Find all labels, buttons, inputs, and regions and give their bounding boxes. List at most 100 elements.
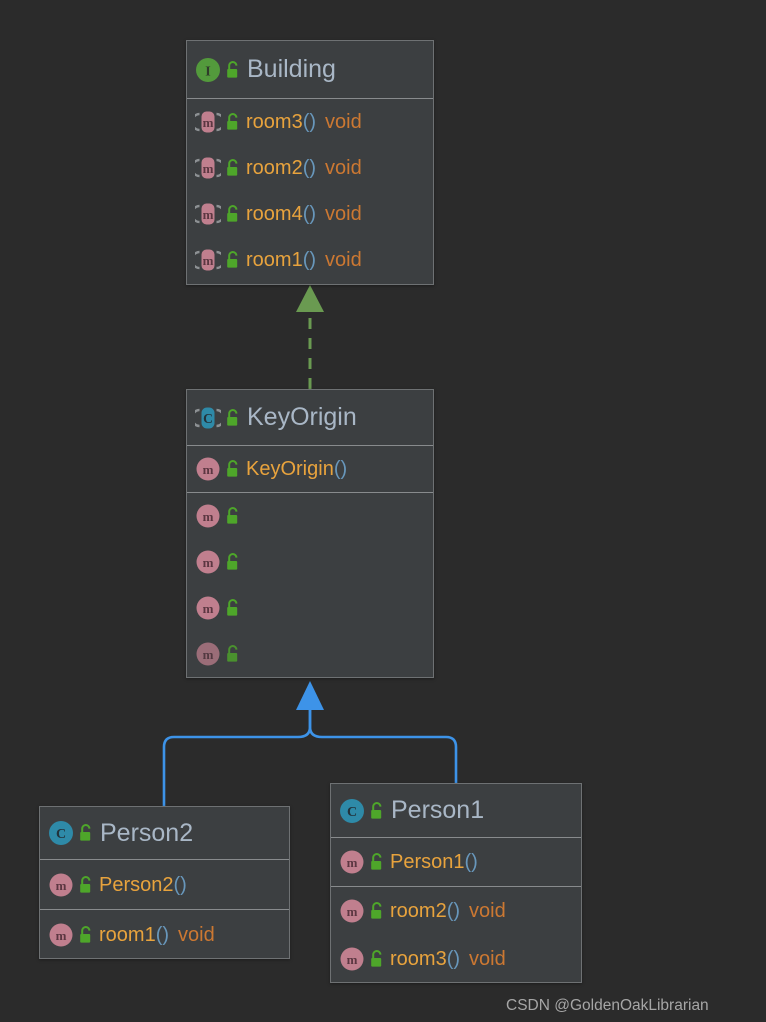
member-return-type: void <box>325 203 362 225</box>
method-icon: m <box>195 503 221 529</box>
method-icon: m <box>195 456 221 482</box>
member-row[interactable]: m Person1() <box>331 838 581 886</box>
inheritance-line-person2 <box>162 705 312 808</box>
member-name: room3 <box>246 111 303 133</box>
member-parentheses: () <box>464 851 478 873</box>
uml-node-person2[interactable]: C Person2 m Person2() m room1() void <box>39 806 290 959</box>
svg-text:m: m <box>203 601 214 616</box>
member-return-type: void <box>325 249 362 271</box>
node-header-person1[interactable]: C Person1 <box>331 784 581 838</box>
abstract-method-icon: m <box>195 155 221 181</box>
svg-text:m: m <box>56 878 67 893</box>
member-return-type: void <box>469 948 506 970</box>
svg-text:m: m <box>203 253 214 268</box>
inheritance-arrowhead-icon <box>296 681 324 710</box>
member-row[interactable]: m room2() void <box>331 887 581 935</box>
svg-text:C: C <box>347 805 357 820</box>
unlocked-padlock-icon <box>368 949 385 969</box>
interface-icon: I <box>195 57 221 83</box>
method-icon: m <box>48 922 74 948</box>
member-row[interactable]: m room3() void <box>331 935 581 983</box>
member-name: Person2 <box>99 873 174 896</box>
unlocked-padlock-icon <box>224 204 241 224</box>
node-section-keyorigin-constructors: m KeyOrigin() <box>187 446 433 492</box>
watermark-text: CSDN @GoldenOakLibrarian <box>506 997 709 1014</box>
uml-node-building[interactable]: I Building m room3() void m room2() void m room4(… <box>186 40 434 285</box>
method-icon: m <box>339 849 365 875</box>
svg-text:C: C <box>56 827 66 842</box>
method-icon: m <box>339 898 365 924</box>
svg-text:m: m <box>203 509 214 524</box>
member-return-type: void <box>325 157 362 179</box>
unlocked-padlock-icon <box>77 925 94 945</box>
node-section-person2-constructors: m Person2() <box>40 860 289 909</box>
svg-text:I: I <box>205 64 210 79</box>
svg-text:m: m <box>347 855 358 870</box>
member-row[interactable]: m room4() void <box>187 191 433 237</box>
member-row[interactable]: m <box>187 493 433 539</box>
node-header-keyorigin[interactable]: C KeyOrigin <box>187 390 433 446</box>
unlocked-padlock-icon <box>224 506 241 526</box>
member-name: KeyOrigin <box>246 458 334 480</box>
member-row[interactable]: m <box>187 539 433 585</box>
unlocked-padlock-icon <box>77 823 94 843</box>
method-icon: m <box>339 946 365 972</box>
unlocked-padlock-icon <box>224 60 241 80</box>
node-section-person1-constructors: m Person1() <box>331 838 581 886</box>
unlocked-padlock-icon <box>77 875 94 895</box>
svg-text:m: m <box>347 904 358 919</box>
member-parentheses: () <box>302 203 317 225</box>
node-section-person1-methods: m room2() void m room3() void <box>331 886 581 983</box>
member-row[interactable]: m room1() void <box>187 237 433 283</box>
method-icon: m <box>195 595 221 621</box>
member-row[interactable]: m Person2() <box>40 860 289 909</box>
abstract-class-icon: C <box>195 405 221 431</box>
unlocked-padlock-icon <box>224 408 241 428</box>
svg-text:m: m <box>203 161 214 176</box>
svg-text:m: m <box>203 555 214 570</box>
unlocked-padlock-icon <box>224 250 241 270</box>
node-section-building-methods: m room3() void m room2() void m room4() void m roo… <box>187 99 433 283</box>
node-header-person2[interactable]: C Person2 <box>40 807 289 860</box>
member-row[interactable]: m room3() void <box>187 99 433 145</box>
unlocked-padlock-icon <box>224 459 241 479</box>
member-row[interactable]: m room1() void <box>40 910 289 959</box>
node-title: KeyOrigin <box>247 403 357 431</box>
uml-class-diagram-canvas: I Building m room3() void m room2() void m room4(… <box>0 0 766 1022</box>
member-row[interactable]: m <box>187 631 433 677</box>
class-icon: C <box>48 820 74 846</box>
realization-arrowhead-icon <box>296 285 324 312</box>
node-title: Person1 <box>391 796 485 824</box>
member-parentheses: () <box>446 900 461 922</box>
member-parentheses: () <box>333 458 348 480</box>
unlocked-padlock-icon <box>368 801 385 821</box>
uml-node-keyorigin[interactable]: C KeyOrigin m KeyOrigin() m m m m <box>186 389 434 678</box>
abstract-method-icon: m <box>195 247 221 273</box>
node-title: Building <box>247 55 336 83</box>
member-parentheses: () <box>173 873 187 896</box>
member-name: room2 <box>246 157 303 179</box>
member-row[interactable]: m room2() void <box>187 145 433 191</box>
svg-text:C: C <box>203 411 213 426</box>
inheritance-line-person1 <box>308 705 458 785</box>
unlocked-padlock-icon <box>224 552 241 572</box>
node-section-keyorigin-methods: m m m m <box>187 492 433 677</box>
member-parentheses: () <box>302 249 317 271</box>
connector-realization-keyorigin-building[interactable] <box>296 285 324 389</box>
class-icon: C <box>339 798 365 824</box>
unlocked-padlock-icon <box>224 644 241 664</box>
member-row[interactable]: m <box>187 585 433 631</box>
member-name: room4 <box>246 203 303 225</box>
node-title: Person2 <box>100 818 194 847</box>
uml-node-person1[interactable]: C Person1 m Person1() m room2() void m room3() vo… <box>330 783 582 983</box>
unlocked-padlock-icon <box>368 852 385 872</box>
member-parentheses: () <box>302 157 317 179</box>
member-parentheses: () <box>155 923 170 946</box>
member-name: Person1 <box>390 851 465 873</box>
member-parentheses: () <box>302 111 317 133</box>
svg-text:m: m <box>203 462 214 477</box>
member-parentheses: () <box>446 948 461 970</box>
node-header-building[interactable]: I Building <box>187 41 433 99</box>
member-row[interactable]: m KeyOrigin() <box>187 446 433 492</box>
node-section-person2-methods: m room1() void <box>40 909 289 959</box>
